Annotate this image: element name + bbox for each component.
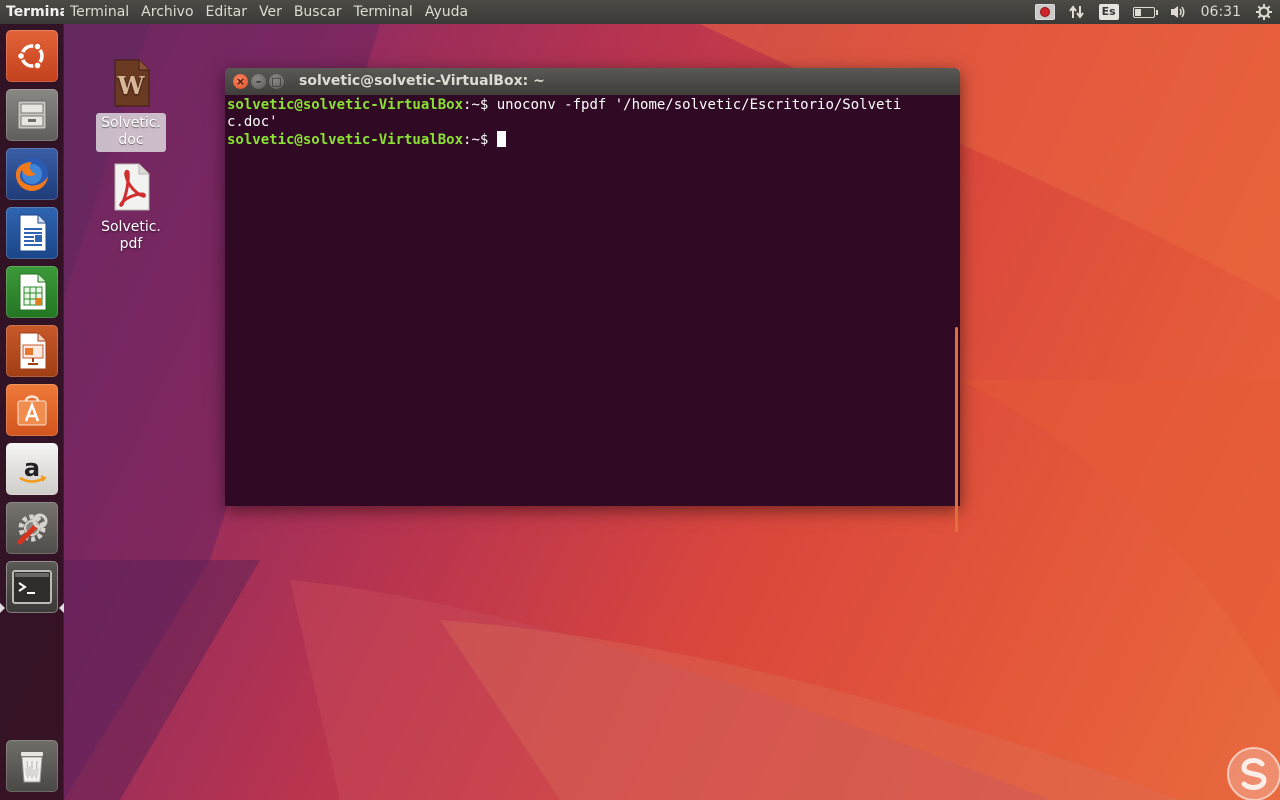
gear-power-icon[interactable] — [1248, 0, 1280, 24]
active-app-title: Terminal — [6, 4, 64, 20]
launcher-item-amazon[interactable]: a — [6, 443, 58, 495]
terminal-window[interactable]: × – □ solvetic@solvetic-VirtualBox: ~ so… — [225, 68, 960, 532]
launcher-item-terminal[interactable] — [6, 561, 58, 613]
top-panel: Terminal Terminal Archivo Editar Ver Bus… — [0, 0, 1280, 24]
libreoffice-calc-icon — [19, 273, 47, 311]
word-document-icon: W — [114, 59, 150, 107]
ubuntu-logo-icon — [16, 42, 44, 70]
terminal-titlebar[interactable]: × – □ solvetic@solvetic-VirtualBox: ~ — [225, 68, 960, 95]
launcher-item-system-settings[interactable] — [6, 502, 58, 554]
desktop-icon-solvetic-doc[interactable]: W Solvetic. doc — [96, 58, 166, 152]
pdf-document-icon — [114, 163, 150, 211]
desktop-icon-label-line2: pdf — [119, 236, 143, 252]
system-tray: Es 06:31 — [1028, 0, 1280, 24]
desktop-icon-label-line1: Solvetic. — [101, 219, 161, 235]
menu-ver[interactable]: Ver — [253, 4, 288, 20]
software-bag-icon — [17, 395, 47, 426]
svg-text:W: W — [117, 71, 146, 100]
keyboard-layout-label: Es — [1098, 4, 1119, 20]
text-cursor — [496, 131, 506, 147]
solvetic-logo-icon — [1226, 746, 1280, 800]
network-updown-icon[interactable] — [1062, 0, 1092, 24]
window-title: solvetic@solvetic-VirtualBox: ~ — [299, 73, 545, 89]
minimize-icon: – — [255, 75, 262, 88]
maximize-icon: □ — [271, 75, 282, 88]
close-icon: × — [235, 75, 246, 88]
command-text: unoconv -fpdf '/home/solvetic/Escritorio… — [496, 97, 902, 113]
terminal-icon — [12, 570, 52, 604]
record-icon[interactable] — [1028, 0, 1062, 24]
launcher-item-writer[interactable] — [6, 207, 58, 259]
maximize-button[interactable]: □ — [269, 74, 284, 89]
settings-wrench-icon — [17, 513, 48, 545]
menu-editar[interactable]: Editar — [200, 4, 253, 20]
prompt-user-host: solvetic@solvetic-VirtualBox — [227, 132, 464, 148]
desktop-icon-solvetic-pdf[interactable]: Solvetic. pdf — [96, 162, 166, 256]
active-indicator-right — [59, 603, 64, 613]
firefox-icon — [15, 158, 48, 192]
libreoffice-impress-icon — [19, 332, 47, 370]
close-button[interactable]: × — [233, 74, 248, 89]
terminal-line: c.doc' — [227, 114, 958, 131]
svg-text:a: a — [24, 454, 40, 482]
menu-buscar[interactable]: Buscar — [288, 4, 348, 20]
amazon-icon: a — [19, 454, 47, 483]
menu-terminal-2[interactable]: Terminal — [348, 4, 419, 20]
terminal-output[interactable]: solvetic@solvetic-VirtualBox:~$ unoconv … — [225, 95, 960, 532]
launcher-item-ubuntu-dash[interactable] — [6, 30, 58, 82]
keyboard-layout-indicator[interactable]: Es — [1092, 0, 1126, 24]
scrollbar[interactable] — [955, 327, 958, 532]
terminal-line: solvetic@solvetic-VirtualBox:~$ unoconv … — [227, 97, 958, 114]
battery-icon[interactable] — [1126, 0, 1162, 24]
volume-icon[interactable] — [1162, 0, 1194, 24]
menu-terminal[interactable]: Terminal — [64, 4, 135, 20]
menu-ayuda[interactable]: Ayuda — [419, 4, 474, 20]
launcher-item-files[interactable] — [6, 89, 58, 141]
launcher-item-trash[interactable] — [6, 740, 58, 792]
menu-archivo[interactable]: Archivo — [135, 4, 199, 20]
desktop-icon-label-line2: doc — [118, 132, 144, 148]
launcher-item-calc[interactable] — [6, 266, 58, 318]
prompt-path: :~$ — [463, 132, 497, 148]
libreoffice-writer-icon — [19, 214, 47, 252]
active-indicator-left — [0, 603, 5, 613]
prompt-path: :~$ — [463, 97, 497, 113]
prompt-user-host: solvetic@solvetic-VirtualBox — [227, 97, 464, 113]
launcher-item-impress[interactable] — [6, 325, 58, 377]
terminal-line: solvetic@solvetic-VirtualBox:~$ — [227, 131, 958, 149]
trash-icon — [21, 752, 43, 783]
launcher-item-software-center[interactable] — [6, 384, 58, 436]
file-cabinet-icon — [17, 100, 47, 130]
launcher: a — [0, 24, 64, 800]
launcher-item-firefox[interactable] — [6, 148, 58, 200]
menu-bar: Terminal Archivo Editar Ver Buscar Termi… — [64, 4, 474, 20]
clock[interactable]: 06:31 — [1194, 0, 1248, 24]
command-text: c.doc' — [227, 114, 278, 130]
minimize-button[interactable]: – — [251, 74, 266, 89]
desktop-icon-label-line1: Solvetic. — [101, 115, 161, 131]
